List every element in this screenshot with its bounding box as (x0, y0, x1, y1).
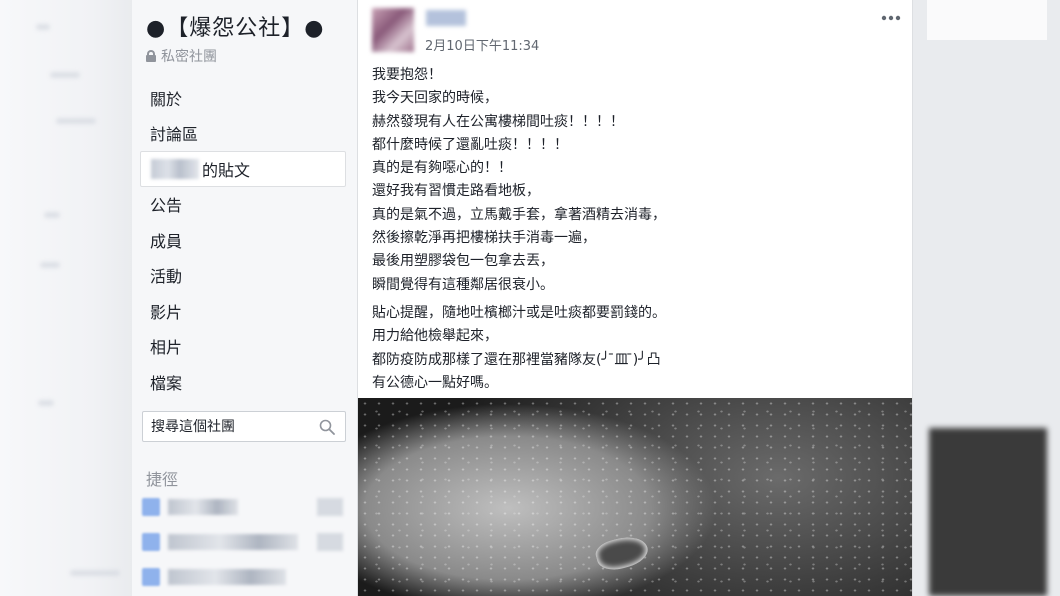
nav-label: 相片 (150, 338, 183, 358)
shortcut-item[interactable] (142, 531, 347, 553)
post-line: 有公德心一點好嗎。 (372, 374, 498, 391)
nav-item-announcements[interactable]: 公告 (140, 187, 346, 223)
post-line: 用力給他檢舉起來， (372, 328, 498, 345)
nav-item-members[interactable]: 成員 (140, 222, 346, 258)
redacted-shortcut-name (168, 534, 298, 550)
right-background (913, 0, 1060, 596)
redacted-shortcut-name (168, 499, 238, 515)
nav-label: 關於 (150, 89, 183, 109)
post-paragraph: 貼心提醒，隨地吐檳榔汁或是吐痰都要罰錢的。 用力給他檢舉起來， 都防疫防成那樣了… (372, 302, 902, 395)
post-line: 我要抱怨！ (372, 67, 442, 83)
redacted-shortcut-name (168, 569, 286, 585)
nav-label: 成員 (150, 231, 183, 251)
nav-item-files[interactable]: 檔案 (140, 364, 346, 400)
nav-label: 的貼文 (202, 160, 251, 180)
post-card: 2月10日下午11:34 我要抱怨！ 我今天回家的時候， 赫然發現有人在公寓樓梯… (357, 0, 913, 596)
group-search (142, 411, 346, 442)
group-nav: 關於 討論區 的貼文 公告 成員 活動 影片 相片 檔案 (140, 80, 346, 400)
nav-item-photos[interactable]: 相片 (140, 329, 346, 365)
nav-item-videos[interactable]: 影片 (140, 293, 346, 329)
lock-icon (146, 50, 156, 62)
shortcut-group-icon (142, 498, 160, 516)
redacted-shortcut-count (317, 498, 343, 516)
shortcut-group-icon (142, 533, 160, 551)
post-line: 然後擦乾淨再把樓梯扶手消毒一遍， (372, 230, 596, 247)
search-icon[interactable] (319, 419, 335, 435)
nav-item-user-posts[interactable]: 的貼文 (140, 151, 346, 187)
search-input[interactable] (151, 418, 311, 435)
post-line: 赫然發現有人在公寓樓梯間吐痰！！！！ (372, 113, 624, 130)
post-line: 貼心提醒，隨地吐檳榔汁或是吐痰都要罰錢的。 (372, 304, 666, 321)
nav-item-about[interactable]: 關於 (140, 80, 346, 116)
nav-label: 影片 (150, 302, 183, 322)
nav-item-discussion[interactable]: 討論區 (140, 116, 346, 152)
post-line: 都什麼時候了還亂吐痰！！！！ (372, 136, 568, 153)
post-line: 我今天回家的時候， (372, 90, 498, 107)
nav-label: 活動 (150, 267, 183, 287)
floor-texture (358, 398, 912, 596)
post-line: 都防疫防成那樣了還在那裡當豬隊友(╯ ̄皿 ̄)╯凸 (372, 351, 661, 368)
right-column-card (927, 0, 1047, 40)
post-line: 真的是氣不過，立馬戴手套，拿著酒精去消毒， (372, 206, 666, 223)
post-body: 我要抱怨！ 我今天回家的時候， 赫然發現有人在公寓樓梯間吐痰！！！！ 都什麼時候… (372, 64, 902, 395)
group-privacy: 私密社團 (146, 46, 217, 66)
shortcut-group-icon (142, 568, 160, 586)
post-line: 真的是有夠噁心的！！ (372, 160, 512, 177)
nav-item-events[interactable]: 活動 (140, 258, 346, 294)
post-paragraph: 我要抱怨！ 我今天回家的時候， 赫然發現有人在公寓樓梯間吐痰！！！！ 都什麼時候… (372, 64, 902, 297)
group-sidebar: ●【爆怨公社】● 私密社團 關於 討論區 的貼文 公告 成員 活動 影片 相片 … (132, 0, 357, 596)
nav-label: 討論區 (150, 125, 199, 145)
post-line: 還好我有習慣走路看地板， (372, 183, 540, 200)
group-title[interactable]: ●【爆怨公社】● (146, 10, 324, 42)
redacted-username (151, 158, 199, 179)
author-avatar[interactable] (372, 8, 414, 52)
shortcut-item[interactable] (142, 566, 347, 588)
redacted-author-name[interactable] (426, 10, 466, 26)
privacy-label: 私密社團 (161, 49, 217, 65)
post-line: 最後用塑膠袋包一包拿去丟， (372, 253, 554, 270)
shortcut-item[interactable] (142, 496, 347, 518)
redacted-shortcut-count (317, 533, 343, 551)
left-background (0, 0, 132, 596)
post-timestamp[interactable]: 2月10日下午11:34 (425, 35, 539, 54)
blurred-photo-edge (929, 428, 1047, 596)
shortcuts-heading: 捷徑 (146, 470, 179, 489)
post-line: 瞬間覺得有這種鄰居很衰小。 (372, 276, 554, 293)
post-photo[interactable] (358, 398, 912, 596)
nav-label: 公告 (150, 196, 183, 216)
more-options-icon[interactable] (880, 10, 902, 26)
nav-label: 檔案 (150, 373, 183, 393)
